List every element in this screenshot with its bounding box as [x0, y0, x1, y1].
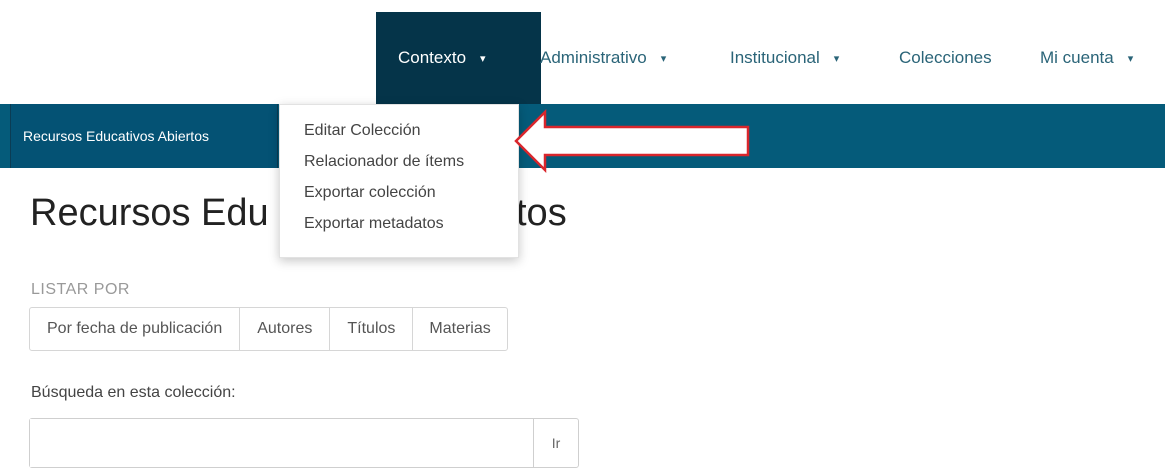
nav-colecciones-label: Colecciones [899, 48, 992, 67]
nav-institucional[interactable]: Institucional ▾ [730, 12, 839, 104]
browse-by-titles-button[interactable]: Títulos [330, 308, 414, 350]
browse-by-date-button[interactable]: Por fecha de publicación [30, 308, 241, 350]
menu-item-exportar-metadatos[interactable]: Exportar metadatos [280, 208, 518, 239]
nav-colecciones[interactable]: Colecciones [899, 12, 992, 104]
nav-administrativo-label: Administrativo [540, 48, 647, 67]
contexto-dropdown-menu: Editar Colección Relacionador de ítems E… [279, 104, 519, 258]
chevron-down-icon: ▾ [1127, 52, 1134, 65]
search-label: Búsqueda en esta colección: [31, 384, 236, 401]
nav-institucional-label: Institucional [730, 48, 820, 67]
browse-by-authors-button[interactable]: Autores [240, 308, 331, 350]
top-navigation: Contexto ▾ Administrativo ▾ Instituciona… [0, 0, 1165, 104]
chevron-down-icon: ▾ [833, 52, 840, 65]
nav-contexto-label: Contexto [398, 48, 467, 67]
chevron-down-icon: ▾ [660, 52, 667, 65]
chevron-down-icon: ▾ [480, 52, 486, 65]
page-title-end: tos [516, 192, 567, 234]
browse-by-button-group: Por fecha de publicación Autores Títulos… [29, 307, 508, 351]
browse-by-label: LISTAR POR [31, 281, 130, 298]
menu-item-relacionador-items[interactable]: Relacionador de ítems [280, 146, 518, 177]
menu-item-editar-coleccion[interactable]: Editar Colección [280, 115, 518, 146]
nav-mi-cuenta[interactable]: Mi cuenta ▾ [1040, 12, 1133, 104]
browse-by-subjects-button[interactable]: Materias [413, 308, 506, 350]
breadcrumb-collection-label: Recursos Educativos Abiertos [23, 128, 209, 144]
nav-administrativo[interactable]: Administrativo ▾ [540, 12, 666, 104]
search-box: Ir [29, 418, 579, 468]
menu-item-exportar-coleccion[interactable]: Exportar colección [280, 177, 518, 208]
page-title: Recursos Edu tos [30, 192, 567, 235]
search-go-button[interactable]: Ir [533, 419, 578, 467]
breadcrumb[interactable]: Recursos Educativos Abiertos [10, 104, 278, 168]
page-title-start: Recursos Edu [30, 192, 269, 234]
nav-mi-cuenta-label: Mi cuenta [1040, 48, 1114, 67]
search-input[interactable] [30, 419, 533, 467]
nav-contexto[interactable]: Contexto ▾ [376, 12, 541, 104]
